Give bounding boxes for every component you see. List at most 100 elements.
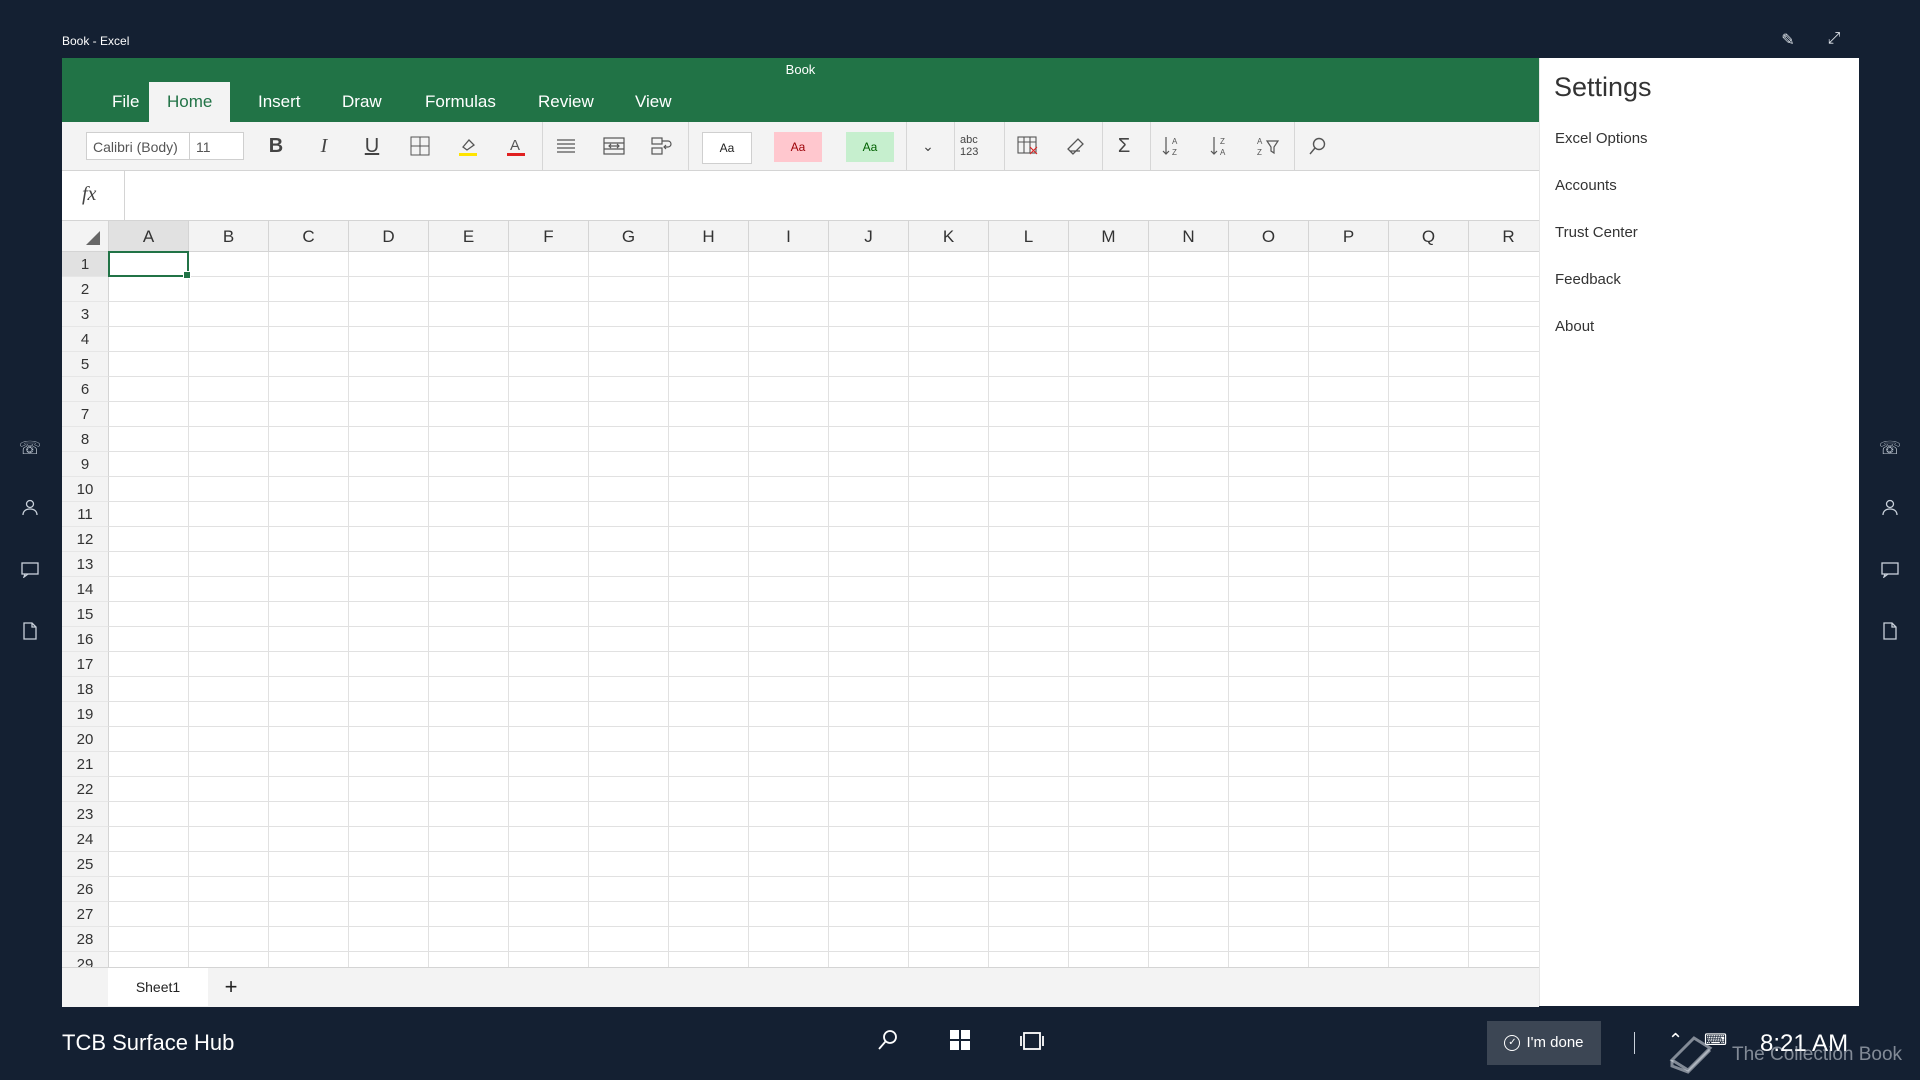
row-header-20[interactable]: 20 xyxy=(62,727,109,752)
fill-color-icon[interactable] xyxy=(450,130,486,162)
phone-icon[interactable]: ☏ xyxy=(10,428,50,468)
autosum-button[interactable]: Σ xyxy=(1106,130,1142,162)
styles-dropdown-chevron-icon[interactable]: ⌄ xyxy=(910,130,946,162)
style-normal[interactable]: Aa xyxy=(702,132,752,164)
row-header-8[interactable]: 8 xyxy=(62,427,109,452)
column-header-e[interactable]: E xyxy=(429,221,509,252)
column-header-g[interactable]: G xyxy=(589,221,669,252)
column-header-a[interactable]: A xyxy=(109,221,189,252)
row-header-22[interactable]: 22 xyxy=(62,777,109,802)
column-header-h[interactable]: H xyxy=(669,221,749,252)
row-header-27[interactable]: 27 xyxy=(62,902,109,927)
align-icon[interactable] xyxy=(548,130,584,162)
selected-cell[interactable] xyxy=(108,251,191,279)
row-header-12[interactable]: 12 xyxy=(62,527,109,552)
borders-icon[interactable] xyxy=(402,130,438,162)
column-header-d[interactable]: D xyxy=(349,221,429,252)
style-bad[interactable]: Aa xyxy=(774,132,822,162)
column-header-i[interactable]: I xyxy=(749,221,829,252)
expand-icon[interactable]: ⤢ xyxy=(1822,30,1846,54)
person-icon[interactable] xyxy=(1870,490,1910,530)
select-all-corner[interactable] xyxy=(62,221,109,252)
task-view-icon[interactable] xyxy=(1012,1028,1052,1060)
file-icon[interactable] xyxy=(10,614,50,654)
row-header-3[interactable]: 3 xyxy=(62,302,109,327)
column-header-c[interactable]: C xyxy=(269,221,349,252)
filter-icon[interactable]: AZ xyxy=(1250,130,1286,162)
row-header-21[interactable]: 21 xyxy=(62,752,109,777)
delete-cells-icon[interactable] xyxy=(1010,130,1046,162)
row-header-5[interactable]: 5 xyxy=(62,352,109,377)
sheet-tab-sheet1[interactable]: Sheet1 xyxy=(108,968,208,1006)
search-icon[interactable] xyxy=(868,1028,908,1060)
sort-descending-icon[interactable]: ZA xyxy=(1202,130,1238,162)
font-color-icon[interactable]: A xyxy=(498,130,534,162)
tab-formulas[interactable]: Formulas xyxy=(407,82,514,122)
add-sheet-button[interactable]: + xyxy=(216,972,246,1002)
font-size-box[interactable]: 11 xyxy=(190,132,244,160)
bold-button[interactable]: B xyxy=(258,130,294,162)
column-header-j[interactable]: J xyxy=(829,221,909,252)
im-done-button[interactable]: ✓ I'm done xyxy=(1487,1021,1601,1065)
windows-start-icon[interactable] xyxy=(940,1028,980,1060)
tab-review[interactable]: Review xyxy=(520,82,612,122)
row-header-25[interactable]: 25 xyxy=(62,852,109,877)
column-header-l[interactable]: L xyxy=(989,221,1069,252)
tab-draw[interactable]: Draw xyxy=(324,82,400,122)
row-header-11[interactable]: 11 xyxy=(62,502,109,527)
tab-insert[interactable]: Insert xyxy=(240,82,319,122)
row-header-29[interactable]: 29 xyxy=(62,952,109,967)
search-icon[interactable] xyxy=(1300,130,1336,162)
row-header-16[interactable]: 16 xyxy=(62,627,109,652)
chat-icon[interactable] xyxy=(1870,552,1910,592)
phone-icon[interactable]: ☏ xyxy=(1870,428,1910,468)
row-header-23[interactable]: 23 xyxy=(62,802,109,827)
column-header-r[interactable]: R xyxy=(1469,221,1539,252)
spreadsheet-grid[interactable]: A B C D E F G H I J K L M N O P Q R 1 2 3 4 5 6 7 8 9 10 11 12 13 14 15 1… xyxy=(62,221,1539,967)
settings-item-about[interactable]: About xyxy=(1555,318,1594,335)
sort-ascending-icon[interactable]: AZ xyxy=(1154,130,1190,162)
row-header-28[interactable]: 28 xyxy=(62,927,109,952)
column-header-m[interactable]: M xyxy=(1069,221,1149,252)
row-header-10[interactable]: 10 xyxy=(62,477,109,502)
row-header-6[interactable]: 6 xyxy=(62,377,109,402)
row-header-9[interactable]: 9 xyxy=(62,452,109,477)
underline-button[interactable]: U xyxy=(354,130,390,162)
row-header-14[interactable]: 14 xyxy=(62,577,109,602)
row-header-18[interactable]: 18 xyxy=(62,677,109,702)
font-name-box[interactable]: Calibri (Body) xyxy=(86,132,190,160)
column-header-n[interactable]: N xyxy=(1149,221,1229,252)
column-header-k[interactable]: K xyxy=(909,221,989,252)
person-icon[interactable] xyxy=(10,490,50,530)
clear-eraser-icon[interactable] xyxy=(1058,130,1094,162)
row-header-4[interactable]: 4 xyxy=(62,327,109,352)
settings-item-feedback[interactable]: Feedback xyxy=(1555,271,1621,288)
settings-item-trust-center[interactable]: Trust Center xyxy=(1555,224,1638,241)
settings-item-accounts[interactable]: Accounts xyxy=(1555,177,1617,194)
row-header-19[interactable]: 19 xyxy=(62,702,109,727)
row-header-26[interactable]: 26 xyxy=(62,877,109,902)
row-header-15[interactable]: 15 xyxy=(62,602,109,627)
column-header-o[interactable]: O xyxy=(1229,221,1309,252)
row-header-7[interactable]: 7 xyxy=(62,402,109,427)
chat-icon[interactable] xyxy=(10,552,50,592)
column-header-b[interactable]: B xyxy=(189,221,269,252)
file-icon[interactable] xyxy=(1870,614,1910,654)
row-header-1[interactable]: 1 xyxy=(62,252,109,277)
tab-file[interactable]: File xyxy=(94,82,157,122)
column-header-q[interactable]: Q xyxy=(1389,221,1469,252)
number-format-button[interactable]: abc 123 xyxy=(960,130,996,162)
pen-icon[interactable]: ✎ xyxy=(1776,30,1800,54)
column-header-p[interactable]: P xyxy=(1309,221,1389,252)
wrap-text-icon[interactable] xyxy=(644,130,680,162)
fill-handle[interactable] xyxy=(183,271,191,279)
tab-view[interactable]: View xyxy=(617,82,690,122)
settings-item-excel-options[interactable]: Excel Options xyxy=(1555,130,1648,147)
italic-button[interactable]: I xyxy=(306,130,342,162)
column-header-f[interactable]: F xyxy=(509,221,589,252)
row-header-17[interactable]: 17 xyxy=(62,652,109,677)
row-header-13[interactable]: 13 xyxy=(62,552,109,577)
tab-home[interactable]: Home xyxy=(149,82,231,122)
row-header-24[interactable]: 24 xyxy=(62,827,109,852)
row-header-2[interactable]: 2 xyxy=(62,277,109,302)
